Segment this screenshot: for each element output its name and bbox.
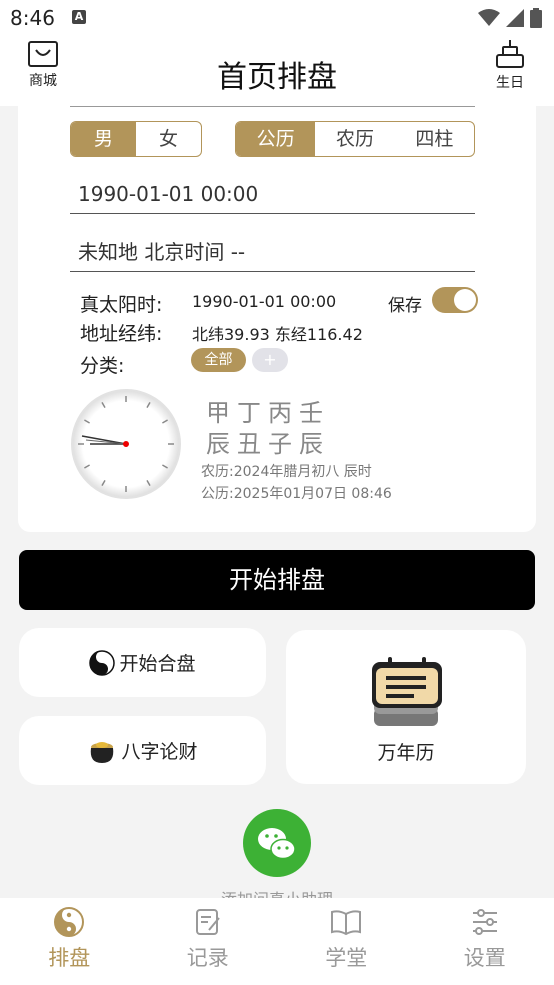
wechat-icon: [258, 828, 296, 860]
nav-settings[interactable]: 设置: [416, 898, 554, 985]
bottom-nav: 排盘 记录 学堂 设置: [0, 898, 554, 985]
cake-icon: [496, 40, 524, 68]
datetime-field[interactable]: 1990-01-01 00:00: [70, 174, 475, 214]
category-all-chip[interactable]: 全部: [191, 348, 246, 372]
yinyang-icon: [89, 649, 116, 676]
caifu-tile[interactable]: 八字论财: [19, 716, 266, 785]
coords-value: 北纬39.93 东经116.42: [192, 325, 363, 344]
coords-label: 地址经纬:: [80, 323, 163, 345]
category-label: 分类:: [80, 355, 125, 377]
bazi-branches: 辰丑子辰: [206, 430, 330, 458]
money-pot-icon: [91, 741, 114, 763]
wannianli-label: 万年历: [377, 742, 435, 764]
nav-records[interactable]: 记录: [139, 898, 278, 985]
status-bar: 8:46 A: [0, 0, 554, 36]
calendar-lunar-option[interactable]: 农历: [315, 122, 394, 156]
bazi-stems: 甲丁丙壬: [206, 399, 330, 427]
status-icons: [478, 8, 542, 28]
solar-time-value: 1990-01-01 00:00: [192, 292, 337, 311]
calendar-type-selector: 公历 农历 四柱: [235, 121, 475, 157]
input-card: 男 女 公历 农历 四柱 1990-01-01 00:00 未知地 北京时间 -…: [18, 106, 536, 532]
clock-icon: [71, 389, 181, 499]
wifi-icon: [478, 9, 500, 26]
hepan-label: 开始合盘: [119, 653, 196, 675]
save-toggle[interactable]: [432, 287, 478, 313]
book-icon: [331, 910, 362, 936]
nav-school-label: 学堂: [325, 946, 368, 970]
calendar-icon: [372, 657, 442, 726]
nav-school[interactable]: 学堂: [277, 898, 416, 985]
add-category-button[interactable]: +: [252, 348, 288, 372]
start-paipan-button[interactable]: 开始排盘: [19, 550, 535, 610]
solar-date: 公历:2025年01月07日 08:46: [201, 486, 392, 502]
gender-selector: 男 女: [70, 121, 202, 157]
lunar-date: 农历:2024年腊月初八 辰时: [201, 464, 372, 480]
calendar-sizhu-option[interactable]: 四柱: [395, 122, 474, 156]
battery-icon: [530, 8, 542, 28]
save-label: 保存: [388, 296, 422, 316]
location-field[interactable]: 未知地 北京时间 --: [70, 232, 475, 272]
nav-paipan-label: 排盘: [48, 946, 91, 970]
wannianli-tile[interactable]: 万年历: [286, 630, 526, 784]
edit-icon: [195, 909, 220, 935]
status-time: 8:46: [10, 6, 55, 30]
solar-time-label: 真太阳时:: [80, 294, 163, 316]
yinyang-icon: [54, 907, 85, 937]
nav-records-label: 记录: [186, 946, 229, 970]
birthday-label: 生日: [496, 75, 524, 91]
gender-male-option[interactable]: 男: [71, 122, 136, 156]
gender-female-option[interactable]: 女: [136, 122, 201, 156]
page-title: 首页排盘: [217, 60, 337, 95]
divider: [70, 106, 475, 107]
notification-a-icon: A: [72, 10, 86, 24]
toggle-knob: [454, 289, 476, 311]
nav-paipan[interactable]: 排盘: [0, 898, 139, 985]
birthday-button[interactable]: 生日: [482, 38, 538, 92]
signal-icon: [506, 9, 524, 27]
caifu-label: 八字论财: [121, 741, 198, 763]
sliders-icon: [472, 909, 497, 935]
hepan-tile[interactable]: 开始合盘: [19, 628, 266, 697]
calendar-solar-option[interactable]: 公历: [236, 122, 316, 156]
app-header: 商城 首页排盘 生日: [0, 36, 554, 106]
nav-settings-label: 设置: [463, 946, 506, 970]
wechat-assistant-button[interactable]: [243, 809, 311, 877]
